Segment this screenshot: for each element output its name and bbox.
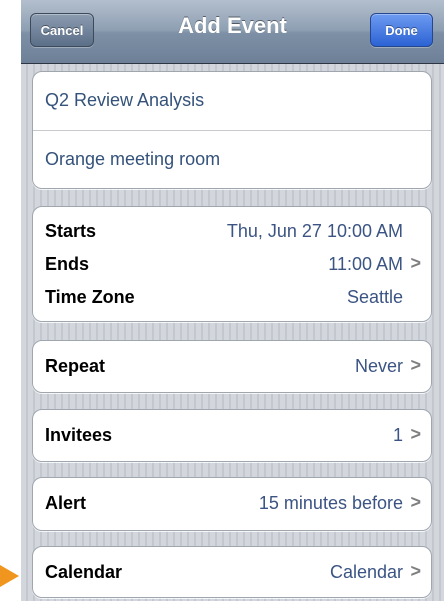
add-event-screen: Cancel Add Event Done Q2 Review Analysis… bbox=[21, 0, 444, 601]
timezone-label: Time Zone bbox=[45, 287, 135, 307]
chevron-right-icon: > bbox=[410, 355, 421, 375]
ends-label: Ends bbox=[45, 254, 90, 274]
done-button[interactable]: Done bbox=[370, 13, 433, 47]
ends-value: 11:00 AM bbox=[328, 254, 403, 274]
calendar-value: Calendar bbox=[329, 562, 403, 582]
event-details-group: Q2 Review Analysis Orange meeting room bbox=[32, 71, 432, 189]
pointer-arrow-icon bbox=[0, 565, 19, 587]
title-value: Q2 Review Analysis bbox=[45, 90, 205, 110]
invitees-value: 1 bbox=[392, 425, 403, 445]
chevron-right-icon: > bbox=[410, 561, 421, 581]
chevron-right-icon: > bbox=[410, 424, 421, 444]
starts-label: Starts bbox=[45, 221, 97, 241]
title-field[interactable]: Q2 Review Analysis bbox=[33, 72, 431, 130]
timezone-value: Seattle bbox=[346, 287, 403, 307]
calendar-row[interactable]: Calendar Calendar > bbox=[32, 546, 432, 598]
invitees-row[interactable]: Invitees 1 > bbox=[32, 409, 432, 462]
repeat-value: Never bbox=[354, 356, 403, 376]
calendar-label: Calendar bbox=[45, 562, 123, 582]
alert-row[interactable]: Alert 15 minutes before > bbox=[32, 477, 432, 531]
chevron-right-icon: > bbox=[410, 253, 421, 273]
time-group[interactable]: Starts Thu, Jun 27 10:00 AM Ends 11:00 A… bbox=[32, 206, 432, 322]
navigation-bar: Cancel Add Event Done bbox=[21, 0, 444, 64]
repeat-label: Repeat bbox=[45, 356, 106, 376]
alert-label: Alert bbox=[45, 493, 87, 513]
chevron-right-icon: > bbox=[410, 492, 421, 512]
repeat-row[interactable]: Repeat Never > bbox=[32, 340, 432, 393]
starts-value: Thu, Jun 27 10:00 AM bbox=[226, 221, 403, 241]
invitees-label: Invitees bbox=[45, 425, 113, 445]
location-value: Orange meeting room bbox=[45, 149, 221, 169]
alert-value: 15 minutes before bbox=[258, 493, 403, 513]
location-field[interactable]: Orange meeting room bbox=[33, 130, 431, 188]
